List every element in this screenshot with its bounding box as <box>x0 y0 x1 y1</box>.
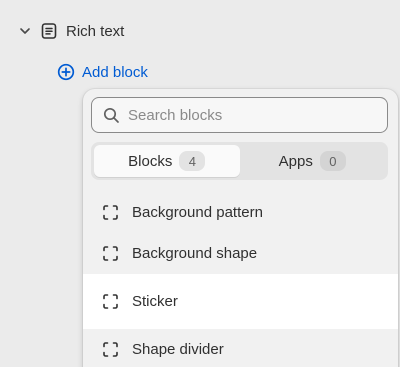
block-outline-icon <box>102 245 119 262</box>
add-block-label: Add block <box>82 63 148 81</box>
chevron-down-icon[interactable] <box>18 24 32 38</box>
search-icon <box>103 107 120 124</box>
item-label: Shape divider <box>132 341 224 358</box>
count-badge: 0 <box>319 151 346 171</box>
text-block-icon <box>40 22 58 40</box>
tab-label: Apps <box>278 152 313 170</box>
list-item[interactable]: Shape divider <box>83 329 398 367</box>
tab-label: Blocks <box>128 152 173 170</box>
section-label: Rich text <box>66 22 125 40</box>
block-list: Background pattern Background shape Stic… <box>83 192 398 367</box>
block-outline-icon <box>102 341 119 358</box>
list-item[interactable]: Background pattern <box>83 192 398 233</box>
item-label: Sticker <box>132 293 178 310</box>
tree-row-rich-text[interactable]: Rich text <box>18 19 124 43</box>
list-item[interactable]: Background shape <box>83 233 398 274</box>
search-input[interactable] <box>128 106 368 124</box>
tab-bar: Blocks 4 Apps 0 <box>91 142 388 180</box>
block-outline-icon <box>102 204 119 221</box>
tab-apps[interactable]: Apps 0 <box>240 145 386 177</box>
add-block-popover: Blocks 4 Apps 0 Background pattern Backg… <box>83 89 398 367</box>
search-field[interactable] <box>91 97 388 133</box>
item-label: Background pattern <box>132 204 263 221</box>
tab-blocks[interactable]: Blocks 4 <box>94 145 240 177</box>
count-badge: 4 <box>179 151 206 171</box>
add-block-button[interactable]: Add block <box>57 60 148 84</box>
list-item[interactable]: Sticker <box>83 274 398 329</box>
plus-circle-icon <box>57 63 75 81</box>
block-outline-icon <box>102 293 119 310</box>
item-label: Background shape <box>132 245 258 262</box>
